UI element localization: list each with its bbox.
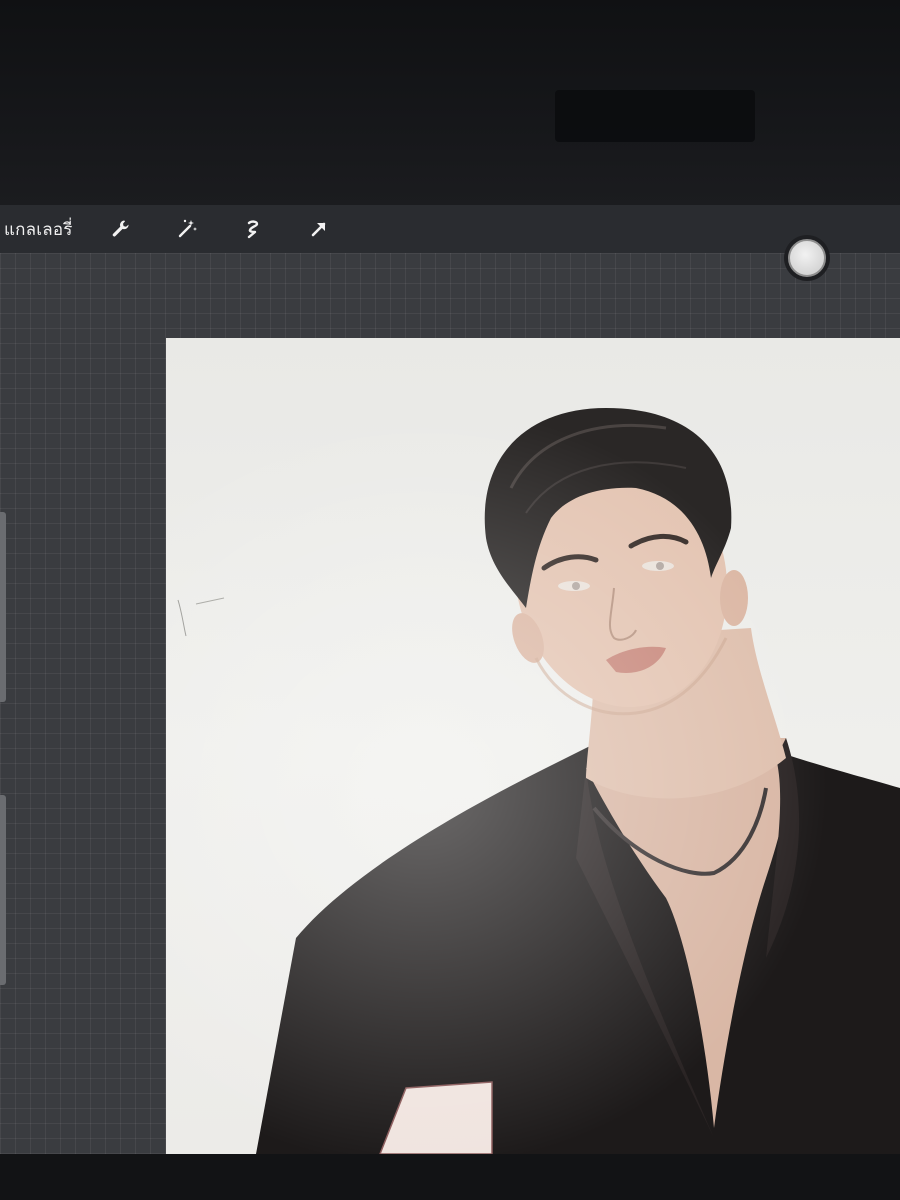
transform-tool[interactable]: [297, 207, 341, 251]
color-picker-button[interactable]: [784, 235, 830, 281]
adjustments-tool[interactable]: [165, 207, 209, 251]
transform-arrow-icon: [311, 222, 325, 237]
device-top-bezel: [0, 0, 900, 205]
drawing-canvas[interactable]: [166, 338, 900, 1154]
actions-tool[interactable]: [99, 207, 143, 251]
shirt: [256, 733, 900, 1154]
top-toolbar: แกลเลอรี่: [0, 205, 900, 253]
selection-tool[interactable]: [231, 207, 275, 251]
bezel-reflection: [555, 90, 755, 142]
device-bottom-edge: [0, 1154, 900, 1200]
wrench-icon: [112, 220, 129, 237]
selection-icon: [247, 220, 258, 239]
magic-wand-icon: [178, 219, 197, 238]
current-color-swatch: [788, 239, 826, 277]
gallery-button[interactable]: แกลเลอรี่: [4, 216, 73, 243]
brush-size-slider[interactable]: [0, 512, 6, 702]
opacity-slider[interactable]: [0, 795, 6, 985]
illustration: [177, 408, 900, 1154]
